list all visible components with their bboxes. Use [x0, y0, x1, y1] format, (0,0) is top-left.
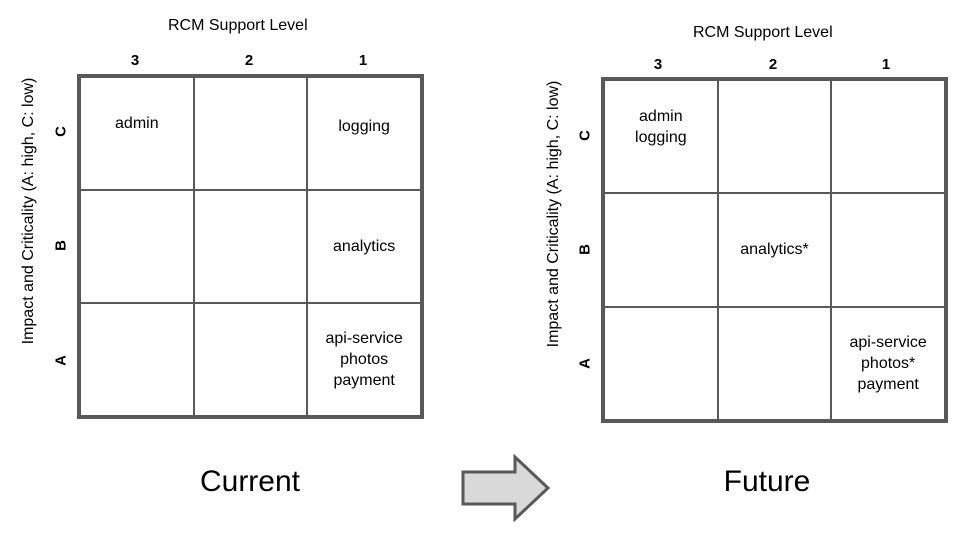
cell-c-2 — [717, 80, 832, 194]
column-header-1-future: 1 — [881, 56, 891, 73]
y-axis-title-future: Impact and Criticality (A: high, C: low) — [545, 80, 562, 348]
row-header-b-future: B — [576, 244, 594, 255]
cell-c-3: admin logging — [604, 80, 718, 194]
service-label: admin — [115, 115, 159, 132]
cell-b-2: analytics* — [717, 193, 832, 307]
cell-a-1: api-service photos* payment — [831, 306, 945, 420]
cell-c-1: logging — [307, 77, 421, 190]
caption-current: Current — [199, 465, 301, 498]
cell-b-1: analytics — [307, 190, 421, 303]
x-axis-title: RCM Support Level — [168, 17, 308, 34]
column-header-1: 1 — [358, 52, 368, 69]
y-axis-title: Impact and Criticality (A: high, C: low) — [20, 77, 37, 345]
column-header-3-future: 3 — [653, 56, 663, 73]
column-header-2-future: 2 — [768, 56, 778, 73]
cell-items: admin logging — [635, 106, 687, 148]
arrow-shape — [461, 454, 551, 522]
cell-items: admin — [115, 113, 159, 134]
cell-a-2 — [717, 306, 832, 420]
service-label: logging — [635, 129, 687, 146]
cell-c-2 — [193, 77, 308, 190]
service-label: analytics — [333, 238, 396, 255]
row-header-a-future: A — [576, 358, 594, 369]
service-label: analytics* — [740, 241, 809, 259]
row-header-c: C — [52, 126, 70, 137]
service-label: photos — [340, 351, 389, 368]
cell-a-3 — [80, 303, 194, 416]
x-axis-title-future: RCM Support Level — [693, 24, 833, 41]
row-header-a: A — [52, 355, 70, 366]
service-label: admin — [639, 108, 683, 125]
cell-b-3 — [80, 190, 194, 303]
cell-c-1 — [831, 80, 945, 194]
service-label: photos* — [861, 354, 916, 372]
cell-c-3: admin — [80, 77, 194, 190]
cell-b-1 — [831, 193, 945, 307]
cell-a-1: api-service photos payment — [307, 303, 421, 416]
cell-items: analytics — [333, 236, 395, 257]
right-arrow-icon — [461, 454, 551, 522]
row-header-b: B — [52, 240, 70, 251]
service-label: api-service — [325, 330, 403, 347]
service-label: api-service — [849, 333, 927, 351]
service-label: payment — [857, 375, 919, 393]
cell-items: analytics* — [740, 239, 808, 260]
service-label: logging — [338, 118, 390, 135]
cell-items: api-service photos payment — [325, 328, 402, 391]
matrix-grid-current: admin logging analytics api-service photos pa… — [77, 74, 424, 419]
matrix-grid-future: admin logging analytics* api-service photos*… — [601, 77, 948, 423]
cell-items: logging — [338, 116, 390, 137]
caption-future: Future — [723, 465, 811, 498]
cell-b-3 — [604, 193, 718, 307]
cell-items: api-service photos* payment — [849, 332, 926, 395]
row-header-c-future: C — [576, 130, 594, 141]
column-header-2: 2 — [244, 52, 254, 69]
cell-b-2 — [193, 190, 308, 303]
cell-a-2 — [193, 303, 308, 416]
column-header-3: 3 — [130, 52, 140, 69]
cell-a-3 — [604, 306, 718, 420]
service-label: payment — [333, 372, 395, 389]
